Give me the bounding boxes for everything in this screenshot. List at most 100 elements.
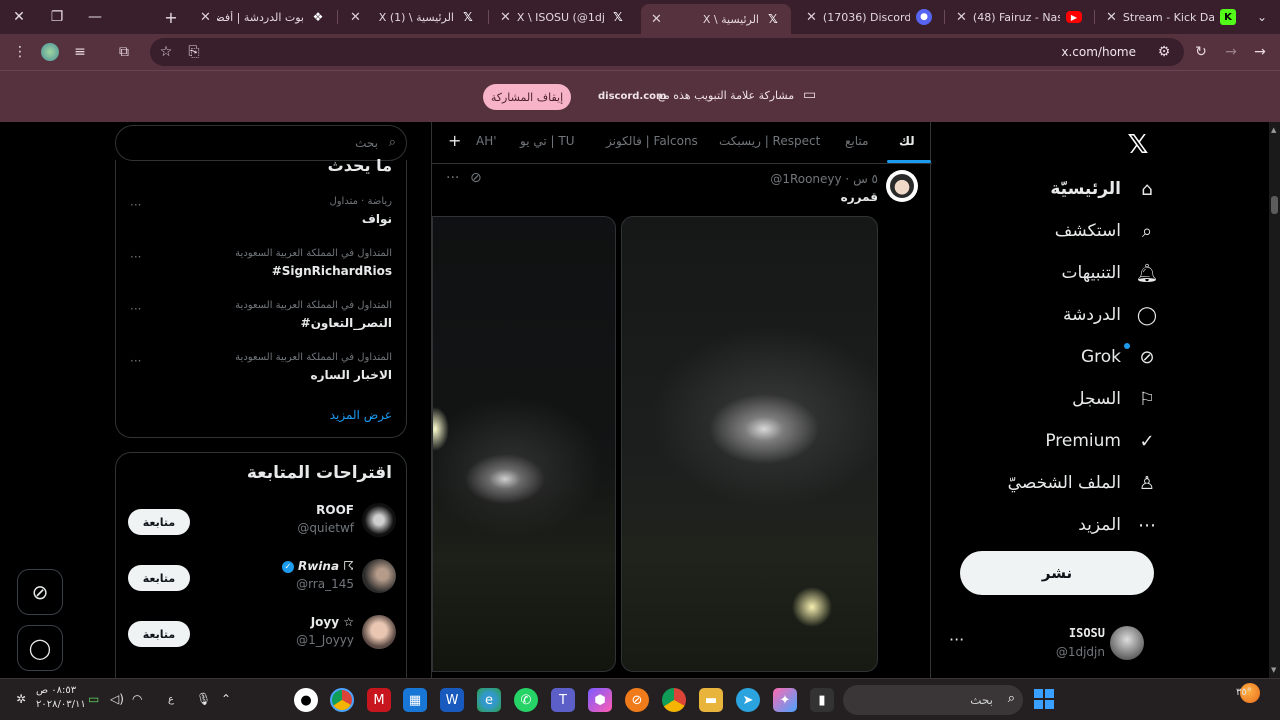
bookmark-star-icon[interactable]: ☆: [154, 40, 178, 64]
browser-tab[interactable]: ✕ X \ ISOSU (@1djdjn) 𝕏: [490, 4, 636, 30]
close-tab-icon[interactable]: ✕: [651, 12, 662, 27]
notifications-icon[interactable]: ✲: [16, 692, 26, 706]
grok-icon[interactable]: ⊘: [470, 170, 482, 186]
share-tab-icon[interactable]: ⎘: [182, 40, 206, 64]
trend-item[interactable]: المتداول في المملكة العربية السعودية #Sig…: [130, 248, 392, 288]
app-mcafee-icon[interactable]: M: [367, 688, 391, 712]
scroll-up-icon[interactable]: ▲: [1271, 126, 1279, 134]
follow-button[interactable]: متابعة: [128, 509, 190, 535]
new-tab-icon[interactable]: +: [158, 5, 184, 29]
trend-item[interactable]: المتداول في المملكة العربية السعودية #الن…: [130, 300, 392, 340]
browser-tab[interactable]: ✕ (17036) Discord ●: [796, 4, 942, 30]
wifi-icon[interactable]: ◠: [132, 692, 142, 706]
account-switcher[interactable]: ISOSU @1djdjn ···: [945, 620, 1175, 668]
nav-item-grok[interactable]: Grok ⊘: [1081, 340, 1159, 374]
app-whatsapp-icon[interactable]: ✆: [514, 688, 538, 712]
app-brave-icon[interactable]: ⊘: [625, 688, 649, 712]
follow-suggestion[interactable]: Joyy ☆ @1_Joyyy متابعة: [116, 611, 408, 659]
browser-tab-active[interactable]: ✕ الرئيسية \ X 𝕏: [641, 4, 791, 34]
tab-ah[interactable]: AH': [476, 134, 497, 148]
trend-item[interactable]: المتداول في المملكة العربية السعودية الاخ…: [130, 352, 392, 392]
follow-suggestion[interactable]: ROOF @quietwf متابعة: [116, 499, 408, 547]
trend-item[interactable]: رياضة · متداول نواف ···: [130, 196, 392, 236]
more-options-icon[interactable]: ···: [130, 250, 141, 264]
address-bar[interactable]: ☆ ⎘ x.com/home ⚙: [150, 38, 1184, 66]
nav-item-bell[interactable]: التنبيهات 🔔︎: [1062, 256, 1159, 290]
input-language[interactable]: ع: [168, 694, 174, 705]
taskbar-search[interactable]: بحث ⌕: [843, 685, 1023, 715]
follow-button[interactable]: متابعة: [128, 621, 190, 647]
minimize-window-icon[interactable]: —: [76, 0, 114, 34]
tab-following[interactable]: متابع: [845, 134, 868, 148]
browser-tab[interactable]: ✕ الرئيسية \ X (1) 𝕏: [340, 4, 486, 30]
clock-date[interactable]: ٢٠٢٨/٠٣/١١: [36, 699, 86, 710]
media-controls-icon[interactable]: ≡: [68, 40, 92, 64]
app-media-icon[interactable]: ●: [294, 688, 318, 712]
show-more-link[interactable]: عرض المزيد: [330, 408, 392, 422]
tab-for-you[interactable]: لك: [899, 134, 915, 148]
close-tab-icon[interactable]: ✕: [1106, 10, 1117, 25]
close-tab-icon[interactable]: ✕: [350, 10, 361, 25]
nav-item-profile[interactable]: الملف الشخصيّ ♙: [1008, 466, 1159, 500]
more-options-icon[interactable]: ···: [130, 302, 141, 316]
start-button[interactable]: [1034, 689, 1054, 709]
app-files-icon[interactable]: ▬: [699, 688, 723, 712]
more-options-icon[interactable]: ···: [130, 354, 141, 368]
follow-button[interactable]: متابعة: [128, 565, 190, 591]
nav-item-home[interactable]: الرئيسيّة ⌂: [1050, 172, 1159, 206]
nav-item-verified[interactable]: Premium ✓: [1045, 424, 1159, 458]
stop-sharing-button[interactable]: إيقاف المشاركة: [483, 84, 571, 110]
app-chrome-active-icon[interactable]: [330, 688, 354, 712]
close-tab-icon[interactable]: ✕: [200, 10, 211, 25]
url-text[interactable]: x.com/home: [1061, 45, 1136, 59]
app-telegram-icon[interactable]: ➤: [736, 688, 760, 712]
more-options-icon[interactable]: ···: [446, 170, 459, 186]
volume-icon[interactable]: ◁): [110, 692, 124, 706]
close-tab-icon[interactable]: ✕: [500, 10, 511, 25]
nav-item-search[interactable]: استكشف ⌕: [1055, 214, 1159, 248]
post-button[interactable]: نشر: [960, 551, 1154, 595]
nav-item-bookmark[interactable]: السجل ⚐: [1072, 382, 1159, 416]
nav-item-more[interactable]: المزيد ⋯: [1078, 508, 1159, 542]
nav-item-chat[interactable]: الدردشة ◯: [1063, 298, 1159, 332]
battery-icon[interactable]: ▭: [88, 692, 99, 706]
app-chrome-icon[interactable]: [662, 688, 686, 712]
grok-float-button[interactable]: ⊘: [17, 569, 63, 615]
clock-time[interactable]: ٠٨:٥٣ ص: [36, 685, 76, 696]
app-copilot-icon[interactable]: ✦: [773, 688, 797, 712]
tweet-photo-moon[interactable]: [621, 216, 878, 672]
scrollbar-thumb[interactable]: [1271, 196, 1278, 214]
tray-chevron-icon[interactable]: ⌃: [221, 692, 231, 706]
tab-falcons[interactable]: فالكونز | Falcons: [606, 134, 698, 148]
add-tab-icon[interactable]: +: [448, 131, 461, 150]
restore-window-icon[interactable]: ❐: [38, 0, 76, 34]
tab-search-icon[interactable]: ⌄: [1250, 5, 1274, 29]
app-mail-icon[interactable]: ▦: [403, 688, 427, 712]
extensions-icon[interactable]: ⧉: [112, 40, 136, 64]
browser-tab[interactable]: ✕ بوت الدردشة | أفضل ❖: [190, 4, 336, 30]
forward-icon[interactable]: →: [1219, 40, 1243, 64]
back-icon[interactable]: →: [1248, 40, 1272, 64]
microphone-icon[interactable]: 🎙: [196, 692, 211, 706]
site-settings-icon[interactable]: ⚙: [1152, 40, 1176, 64]
app-teams-icon[interactable]: T: [551, 688, 575, 712]
more-options-icon[interactable]: ···: [130, 198, 141, 212]
browser-tab[interactable]: ✕ (48) Fairuz - Nassam ▶: [946, 4, 1092, 30]
app-store-icon[interactable]: ⬢: [588, 688, 612, 712]
messages-float-button[interactable]: ◯: [17, 625, 63, 671]
tab-tu[interactable]: تي يو | TU: [520, 134, 575, 148]
tab-respect[interactable]: ريسبكت | Respect: [719, 134, 820, 148]
app-edge-icon[interactable]: e: [477, 688, 501, 712]
page-scrollbar[interactable]: [1269, 122, 1280, 678]
close-tab-icon[interactable]: ✕: [956, 10, 967, 25]
close-tab-icon[interactable]: ✕: [806, 10, 817, 25]
profile-avatar-icon[interactable]: [38, 40, 62, 64]
more-options-icon[interactable]: ···: [949, 630, 964, 649]
browser-tab[interactable]: ✕ Stream - Kick Dashbo K: [1096, 4, 1246, 30]
close-window-icon[interactable]: ✕: [0, 0, 38, 34]
reload-icon[interactable]: ↻: [1189, 40, 1213, 64]
tweet-photo-moon[interactable]: [432, 216, 616, 672]
scroll-down-icon[interactable]: ▼: [1271, 666, 1279, 674]
app-word-icon[interactable]: W: [440, 688, 464, 712]
app-terminal-icon[interactable]: ▮: [810, 688, 834, 712]
